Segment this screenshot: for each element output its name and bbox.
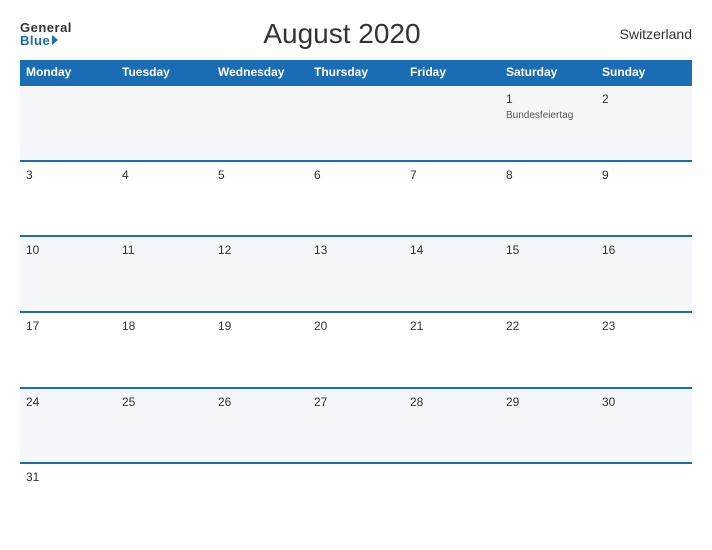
day-cell-w6-d1: 31 [20,464,116,538]
day-number: 20 [314,318,398,335]
day-number: 10 [26,242,110,259]
day-number: 12 [218,242,302,259]
day-number: 1 [506,91,590,108]
day-cell-w2-d4: 6 [308,162,404,236]
day-cell-w4-d4: 20 [308,313,404,387]
day-cell-w5-d7: 30 [596,389,692,463]
day-cell-w2-d3: 5 [212,162,308,236]
day-cell-w3-d2: 11 [116,237,212,311]
day-cell-w4-d1: 17 [20,313,116,387]
day-number: 6 [314,167,398,184]
day-number: 15 [506,242,590,259]
header-friday: Friday [404,60,500,84]
day-number: 11 [122,242,206,259]
logo-blue-text: Blue [20,34,72,47]
header-thursday: Thursday [308,60,404,84]
week-row-2: 3456789 [20,160,692,236]
day-cell-w5-d2: 25 [116,389,212,463]
day-event: Bundesfeiertag [506,109,590,122]
day-number: 18 [122,318,206,335]
day-cell-w3-d6: 15 [500,237,596,311]
day-number: 23 [602,318,686,335]
header-saturday: Saturday [500,60,596,84]
week-row-6: 31 [20,462,692,538]
day-number: 7 [410,167,494,184]
day-number: 24 [26,394,110,411]
day-cell-w2-d2: 4 [116,162,212,236]
day-number: 2 [602,91,686,108]
day-cell-w5-d5: 28 [404,389,500,463]
day-cell-w5-d4: 27 [308,389,404,463]
day-cell-w5-d3: 26 [212,389,308,463]
header-tuesday: Tuesday [116,60,212,84]
day-cell-w2-d6: 8 [500,162,596,236]
header-wednesday: Wednesday [212,60,308,84]
day-cell-w4-d6: 22 [500,313,596,387]
day-number: 17 [26,318,110,335]
day-cell-w6-d6 [500,464,596,538]
day-number: 30 [602,394,686,411]
day-cell-w1-d7: 2 [596,86,692,160]
day-cell-w2-d1: 3 [20,162,116,236]
calendar-grid: Monday Tuesday Wednesday Thursday Friday… [20,60,692,538]
day-cell-w6-d5 [404,464,500,538]
day-number: 31 [26,469,110,486]
day-number: 29 [506,394,590,411]
day-cell-w4-d7: 23 [596,313,692,387]
week-row-5: 24 25 26 27 28 29 30 [20,387,692,463]
day-number: 13 [314,242,398,259]
week-row-4: 17 18 19 20 21 22 23 [20,311,692,387]
day-cell-w1-d5 [404,86,500,160]
day-number: 21 [410,318,494,335]
day-cell-w5-d6: 29 [500,389,596,463]
logo: General Blue [20,21,72,47]
day-cell-w6-d2 [116,464,212,538]
day-number: 22 [506,318,590,335]
week-row-1: 1Bundesfeiertag 2 [20,84,692,160]
logo-triangle-icon [52,35,58,45]
week-row-3: 10 11 12 13 14 15 16 [20,235,692,311]
calendar-page: General Blue August 2020 Switzerland Mon… [0,0,712,550]
calendar-title: August 2020 [72,18,612,50]
day-number: 14 [410,242,494,259]
day-number: 5 [218,167,302,184]
day-cell-w4-d3: 19 [212,313,308,387]
day-cell-w1-d2 [116,86,212,160]
day-cell-w6-d3 [212,464,308,538]
day-number: 27 [314,394,398,411]
day-cell-w6-d7 [596,464,692,538]
calendar-header: Monday Tuesday Wednesday Thursday Friday… [20,60,692,84]
day-cell-w3-d3: 12 [212,237,308,311]
day-cell-w1-d1 [20,86,116,160]
day-cell-w3-d4: 13 [308,237,404,311]
country-label: Switzerland [612,26,692,42]
day-cell-w4-d2: 18 [116,313,212,387]
weeks-container: 1Bundesfeiertag2345678910111213141516171… [20,84,692,538]
day-cell-w3-d5: 14 [404,237,500,311]
day-number: 8 [506,167,590,184]
day-cell-w1-d3 [212,86,308,160]
day-cell-w2-d7: 9 [596,162,692,236]
day-cell-w2-d5: 7 [404,162,500,236]
day-cell-w5-d1: 24 [20,389,116,463]
page-header: General Blue August 2020 Switzerland [20,18,692,50]
day-cell-w3-d7: 16 [596,237,692,311]
day-number: 9 [602,167,686,184]
day-number: 19 [218,318,302,335]
day-number: 25 [122,394,206,411]
day-number: 16 [602,242,686,259]
day-cell-w6-d4 [308,464,404,538]
day-cell-w1-d6: 1Bundesfeiertag [500,86,596,160]
day-number: 4 [122,167,206,184]
header-monday: Monday [20,60,116,84]
header-sunday: Sunday [596,60,692,84]
day-cell-w3-d1: 10 [20,237,116,311]
day-number: 28 [410,394,494,411]
day-cell-w4-d5: 21 [404,313,500,387]
day-number: 3 [26,167,110,184]
day-number: 26 [218,394,302,411]
day-cell-w1-d4 [308,86,404,160]
